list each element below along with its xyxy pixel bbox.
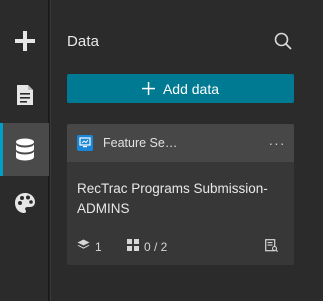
document-icon [16, 84, 34, 106]
widgets-count: 0 / 2 [144, 239, 168, 254]
search-icon [274, 32, 292, 55]
rail-item-page[interactable] [0, 70, 49, 120]
side-rail [0, 0, 49, 301]
app-window: Data Add data Feature Se… ··· RecTrac Pr… [0, 0, 323, 301]
card-footer: 1 0 / 2 [77, 239, 287, 255]
data-source-card[interactable]: Feature Se… ··· RecTrac Programs Submiss… [67, 124, 294, 265]
palette-icon [14, 192, 36, 214]
rail-item-data[interactable] [0, 123, 49, 176]
feature-service-icon [77, 135, 93, 151]
plus-icon [141, 82, 155, 95]
data-source-type: Feature Se… [103, 136, 178, 150]
layers-stat: 1 [77, 239, 102, 254]
add-data-label: Add data [162, 80, 220, 97]
more-icon[interactable]: ··· [267, 134, 287, 152]
data-source-name: RecTrac Programs Submission-ADMINS [77, 181, 268, 216]
plus-icon [14, 30, 36, 52]
layers-count: 1 [95, 239, 102, 254]
rail-item-add[interactable] [0, 16, 49, 66]
details-button[interactable] [265, 239, 279, 255]
widgets-icon [127, 239, 144, 254]
widgets-stat: 0 / 2 [127, 239, 167, 254]
panel-title: Data [67, 33, 100, 50]
rail-item-theme[interactable] [0, 178, 49, 228]
layers-icon [77, 239, 95, 254]
data-panel: Data Add data Feature Se… ··· RecTrac Pr… [50, 0, 323, 301]
add-data-button[interactable]: Add data [67, 74, 294, 103]
details-icon [265, 239, 279, 255]
search-button[interactable] [273, 32, 293, 55]
card-header: Feature Se… ··· [67, 124, 294, 162]
database-icon [15, 138, 35, 162]
